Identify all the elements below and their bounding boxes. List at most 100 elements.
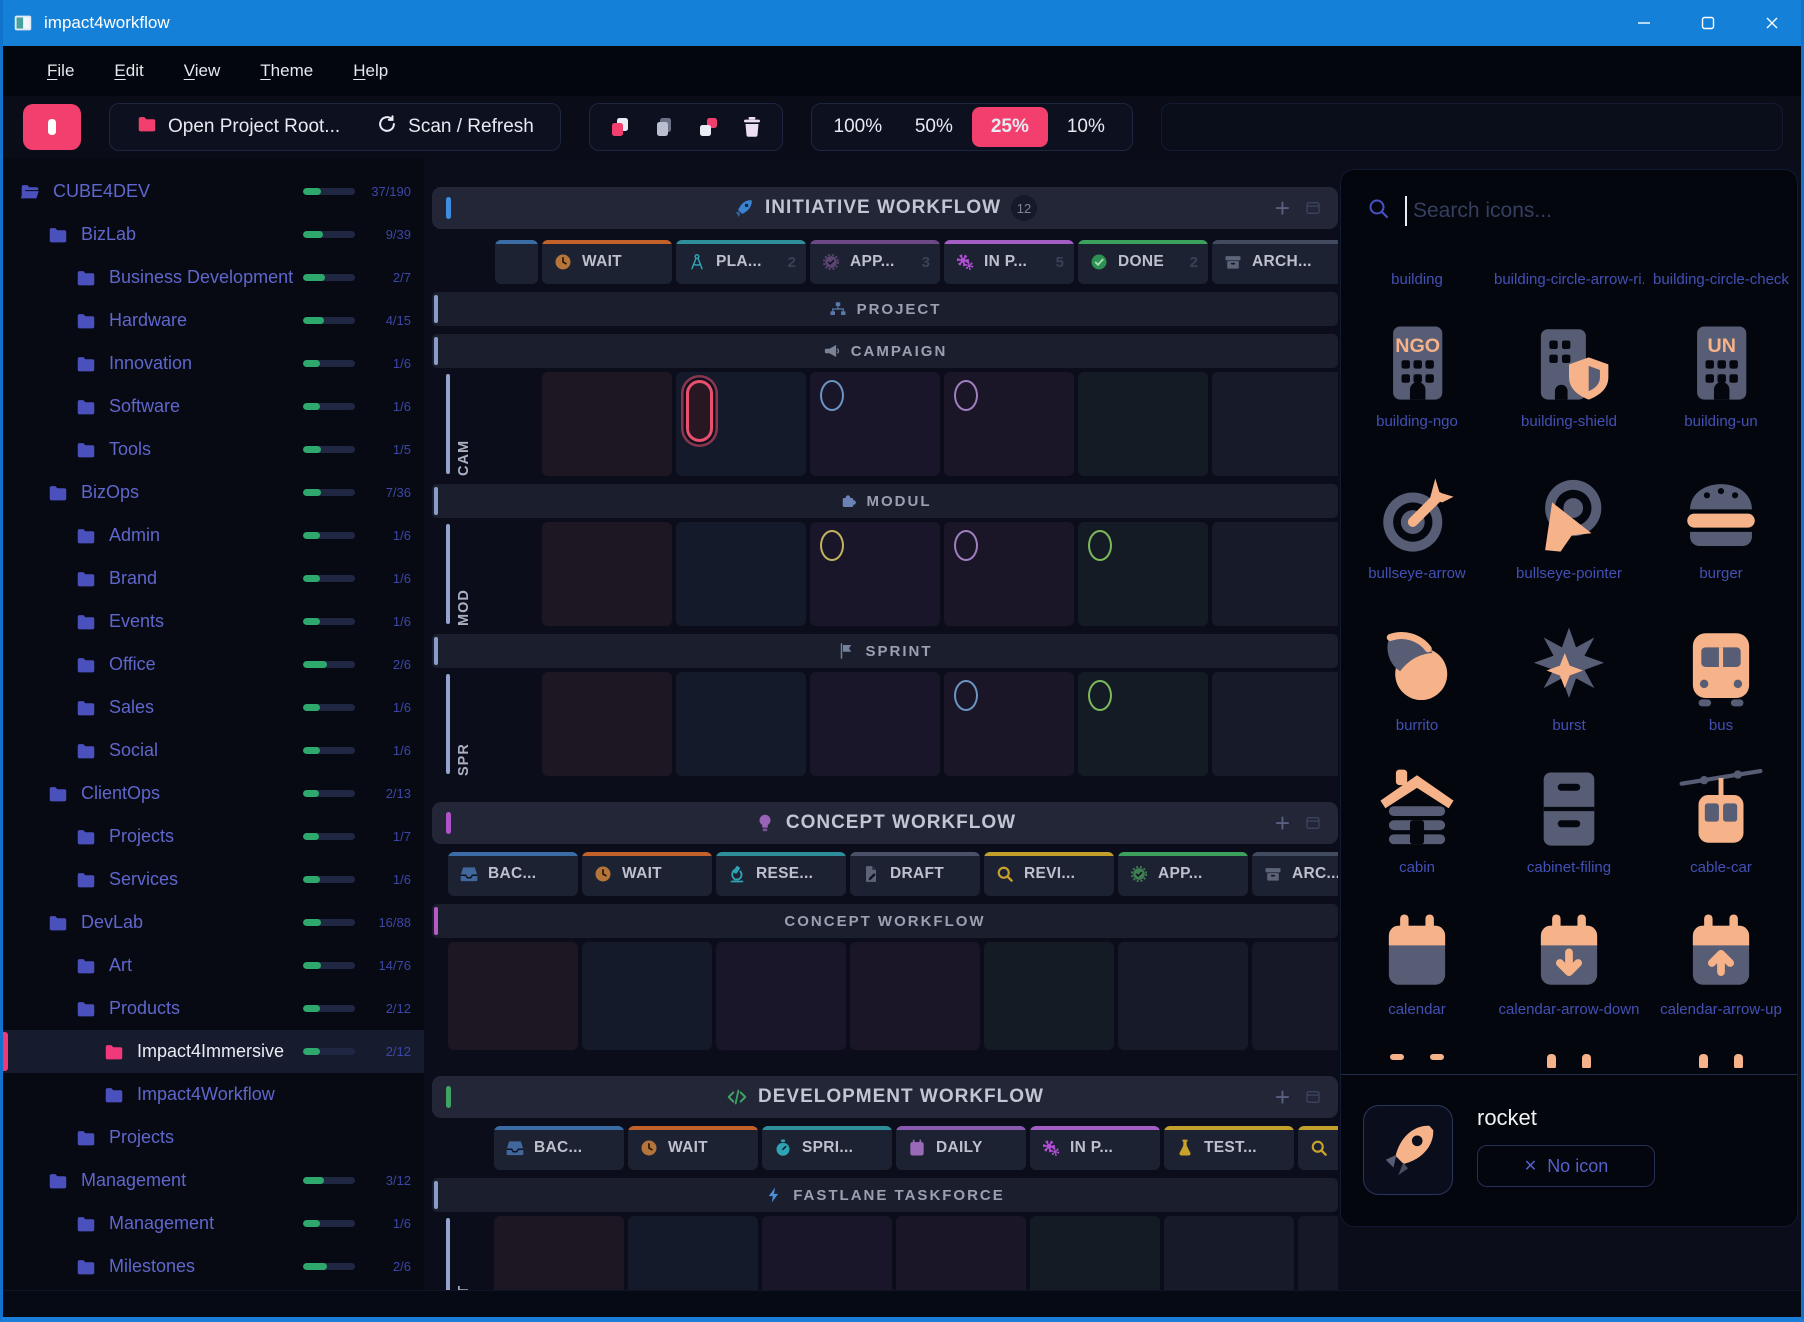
column-app[interactable]: APP...3 bbox=[810, 240, 940, 284]
sidebar-item-sales[interactable]: Sales1/6 bbox=[3, 686, 424, 729]
column-test[interactable]: TEST... bbox=[1164, 1126, 1294, 1170]
copy-button[interactable] bbox=[598, 107, 642, 147]
sidebar-item-cube4dev[interactable]: CUBE4DEV37/190 bbox=[3, 170, 424, 213]
icon-cell-partial[interactable]: building bbox=[1341, 266, 1493, 288]
icon-cell-partial[interactable]: building-circle-arrow-ri... bbox=[1493, 266, 1645, 288]
icon-cell-bus[interactable]: bus bbox=[1645, 622, 1797, 734]
sidebar-item-software[interactable]: Software1/6 bbox=[3, 385, 424, 428]
open-project-button[interactable]: Open Project Root... bbox=[118, 107, 358, 147]
column-bac[interactable]: BAC... bbox=[494, 1126, 624, 1170]
column-arc[interactable]: ARC... bbox=[1252, 852, 1338, 896]
view-cards-button[interactable] bbox=[1304, 199, 1322, 217]
card-circle[interactable] bbox=[954, 380, 978, 411]
sidebar-item-hardware[interactable]: Hardware4/15 bbox=[3, 299, 424, 342]
add-item-button[interactable]: + bbox=[1275, 810, 1290, 836]
card-circle[interactable] bbox=[954, 530, 978, 561]
sidebar-item-business-development[interactable]: Business Development2/7 bbox=[3, 256, 424, 299]
view-cards-button[interactable] bbox=[1304, 1088, 1322, 1106]
column-revi[interactable]: REVI... bbox=[1298, 1126, 1338, 1170]
menu-item-help[interactable]: Help bbox=[353, 61, 388, 81]
menu-item-file[interactable]: File bbox=[47, 61, 74, 81]
column-pla[interactable]: PLA...2 bbox=[676, 240, 806, 284]
sidebar-item-art[interactable]: Art14/76 bbox=[3, 944, 424, 987]
column-inp[interactable]: IN P...5 bbox=[944, 240, 1074, 284]
sidebar-item-impact4workflow[interactable]: Impact4Workflow bbox=[3, 1073, 424, 1116]
no-icon-button[interactable]: ✕ No icon bbox=[1477, 1145, 1655, 1187]
sidebar-item-projects[interactable]: Projects bbox=[3, 1116, 424, 1159]
sidebar-item-innovation[interactable]: Innovation1/6 bbox=[3, 342, 424, 385]
sidebar-item-management[interactable]: Management3/12 bbox=[3, 1159, 424, 1202]
sidebar-item-milestones[interactable]: Milestones2/6 bbox=[3, 1245, 424, 1288]
add-item-button[interactable]: + bbox=[1275, 195, 1290, 221]
sidebar-item-management[interactable]: Management1/6 bbox=[3, 1202, 424, 1245]
sidebar-item-social[interactable]: Social1/6 bbox=[3, 729, 424, 772]
column-app[interactable]: APP... bbox=[1118, 852, 1248, 896]
scan-refresh-button[interactable]: Scan / Refresh bbox=[358, 107, 552, 147]
column-bac[interactable]: BAC... bbox=[448, 852, 578, 896]
icon-cell-cabin[interactable]: cabin bbox=[1341, 764, 1493, 876]
column-draft[interactable]: DRAFT bbox=[850, 852, 980, 896]
icon-cell-burst[interactable]: burst bbox=[1493, 622, 1645, 734]
column-daily[interactable]: DAILY bbox=[896, 1126, 1026, 1170]
sidebar-item-bizlab[interactable]: BizLab9/39 bbox=[3, 213, 424, 256]
column-wait[interactable]: WAIT bbox=[542, 240, 672, 284]
column-arch[interactable]: ARCH... bbox=[1212, 240, 1338, 284]
column-wait[interactable]: WAIT bbox=[628, 1126, 758, 1170]
sidebar-item-events[interactable]: Events1/6 bbox=[3, 600, 424, 643]
icon-cell-bullseye-pointer[interactable]: bullseye-pointer bbox=[1493, 470, 1645, 582]
column-done[interactable]: DONE2 bbox=[1078, 240, 1208, 284]
zoom-button-50[interactable]: 50% bbox=[896, 107, 972, 147]
icon-cell-calendar[interactable]: calendar bbox=[1341, 906, 1493, 1018]
menu-item-view[interactable]: View bbox=[184, 61, 221, 81]
sidebar-item-tools[interactable]: Tools1/5 bbox=[3, 428, 424, 471]
sidebar-item-bizops[interactable]: BizOps7/36 bbox=[3, 471, 424, 514]
column-inp[interactable]: IN P... bbox=[1030, 1126, 1160, 1170]
card-circle[interactable] bbox=[954, 680, 978, 711]
icon-cell-burrito[interactable]: burrito bbox=[1341, 622, 1493, 734]
sidebar-item-projects[interactable]: Projects1/7 bbox=[3, 815, 424, 858]
duplicate-button[interactable] bbox=[686, 107, 730, 147]
sidebar-item-office[interactable]: Office2/6 bbox=[3, 643, 424, 686]
minimize-button[interactable] bbox=[1612, 0, 1676, 46]
sidebar-item-products[interactable]: Products2/12 bbox=[3, 987, 424, 1030]
icon-cell-burger[interactable]: burger bbox=[1645, 470, 1797, 582]
column-spri[interactable]: SPRI... bbox=[762, 1126, 892, 1170]
sidebar-item-clientops[interactable]: ClientOps2/13 bbox=[3, 772, 424, 815]
icon-cell-building-ngo[interactable]: NGObuilding-ngo bbox=[1341, 318, 1493, 430]
close-button[interactable] bbox=[1740, 0, 1804, 46]
zoom-button-100[interactable]: 100% bbox=[820, 107, 896, 147]
icon-cell-building-un[interactable]: UNbuilding-un bbox=[1645, 318, 1797, 430]
view-cards-button[interactable] bbox=[1304, 814, 1322, 832]
icon-cell-calendar-arrow-down[interactable]: calendar-arrow-down bbox=[1493, 906, 1645, 1018]
menu-item-theme[interactable]: Theme bbox=[260, 61, 313, 81]
icon-cell-cabinet-filing[interactable]: cabinet-filing bbox=[1493, 764, 1645, 876]
maximize-button[interactable] bbox=[1676, 0, 1740, 46]
column-revi[interactable]: REVI... bbox=[984, 852, 1114, 896]
icon-cell-partial[interactable]: building-circle-check bbox=[1645, 266, 1797, 288]
sidebar-item-impact4immersive[interactable]: Impact4Immersive2/12 bbox=[3, 1030, 424, 1073]
menu-item-edit[interactable]: Edit bbox=[114, 61, 143, 81]
sidebar-item-devlab[interactable]: DevLab16/88 bbox=[3, 901, 424, 944]
sidebar-item-brand[interactable]: Brand1/6 bbox=[3, 557, 424, 600]
sidebar-item-services[interactable]: Services1/6 bbox=[3, 858, 424, 901]
column-wait[interactable]: WAIT bbox=[582, 852, 712, 896]
column-rese[interactable]: RESE... bbox=[716, 852, 846, 896]
add-item-button[interactable]: + bbox=[1275, 1084, 1290, 1110]
icon-cell-bullseye-arrow[interactable]: bullseye-arrow bbox=[1341, 470, 1493, 582]
delete-button[interactable] bbox=[730, 107, 774, 147]
column-spacer[interactable] bbox=[495, 240, 538, 284]
app-accent-button[interactable] bbox=[23, 104, 81, 150]
paste-button[interactable] bbox=[642, 107, 686, 147]
card-pill-selected[interactable] bbox=[686, 380, 713, 442]
search-input[interactable] bbox=[1411, 198, 1715, 224]
card-circle[interactable] bbox=[820, 530, 844, 561]
card-circle[interactable] bbox=[1088, 530, 1112, 561]
card-circle[interactable] bbox=[1088, 680, 1112, 711]
zoom-button-10[interactable]: 10% bbox=[1048, 107, 1124, 147]
zoom-button-25[interactable]: 25% bbox=[972, 107, 1048, 147]
sidebar-item-admin[interactable]: Admin1/6 bbox=[3, 514, 424, 557]
card-circle[interactable] bbox=[820, 380, 844, 411]
icon-cell-cable-car[interactable]: cable-car bbox=[1645, 764, 1797, 876]
icon-cell-building-shield[interactable]: building-shield bbox=[1493, 318, 1645, 430]
icon-cell-calendar-arrow-up[interactable]: calendar-arrow-up bbox=[1645, 906, 1797, 1018]
